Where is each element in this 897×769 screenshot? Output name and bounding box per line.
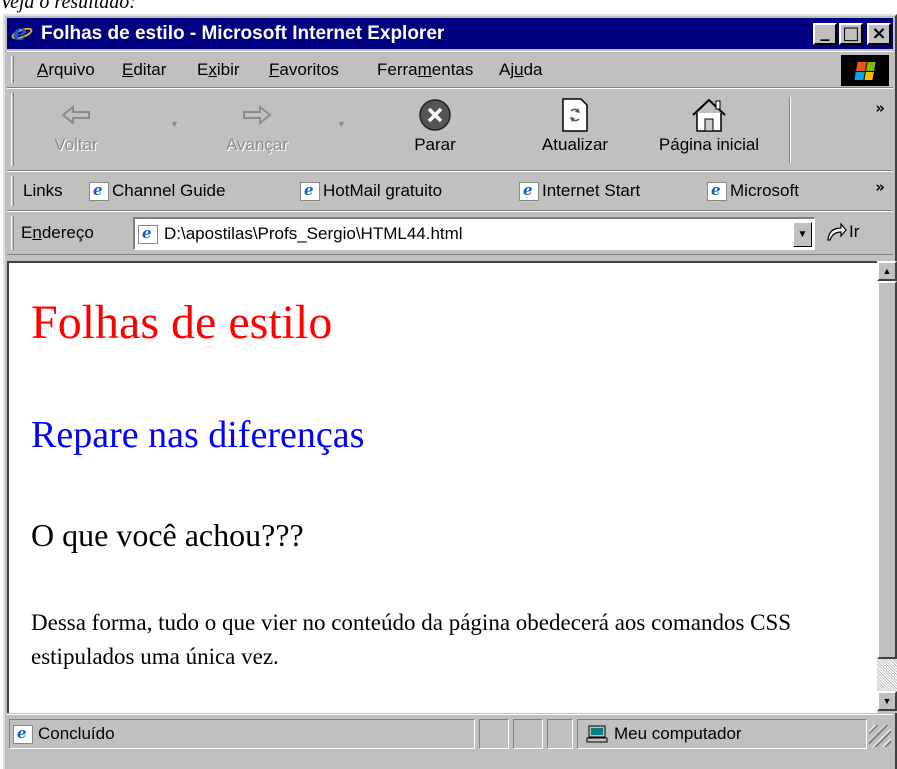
go-arrow-icon bbox=[827, 222, 847, 241]
window-title: Folhas de estilo - Microsoft Internet Ex… bbox=[41, 22, 445, 44]
toolbar-grip[interactable] bbox=[11, 216, 14, 250]
home-icon bbox=[641, 95, 777, 135]
links-label: Links bbox=[23, 181, 63, 200]
home-button[interactable]: Página inicial bbox=[641, 95, 777, 155]
forward-button[interactable]: Avançar bbox=[207, 95, 307, 155]
toolbar-separator bbox=[789, 97, 791, 163]
toolbar-grip[interactable] bbox=[11, 56, 14, 83]
internet-explorer-icon: e bbox=[10, 20, 34, 46]
menu-arquivo[interactable]: Arquivo bbox=[37, 60, 95, 80]
status-text-pane: e Concluído bbox=[9, 719, 475, 749]
toolbar-grip[interactable] bbox=[11, 176, 14, 206]
menu-favoritos[interactable]: Favoritos bbox=[269, 60, 339, 80]
page-heading-3: O que você achou??? bbox=[31, 517, 304, 553]
page-heading-2: Repare nas diferenças bbox=[31, 414, 365, 456]
maximize-button[interactable]: □ bbox=[839, 22, 863, 45]
ie-page-icon: e bbox=[138, 224, 158, 244]
link-internet-start[interactable]: e Internet Start bbox=[519, 181, 640, 201]
menu-ajuda[interactable]: Ajuda bbox=[499, 60, 543, 80]
back-label: Voltar bbox=[54, 135, 98, 154]
minimize-icon: _ bbox=[820, 20, 830, 42]
browser-window: e Folhas de estilo - Microsoft Internet … bbox=[3, 14, 897, 769]
stop-button[interactable]: Parar bbox=[395, 95, 475, 155]
status-pane-empty bbox=[547, 719, 573, 749]
forward-dropdown-icon[interactable]: ▼ bbox=[337, 119, 346, 129]
address-label: Endereço bbox=[21, 223, 94, 242]
status-pane-empty bbox=[479, 719, 509, 749]
page-heading-1: Folhas de estilo bbox=[31, 296, 333, 349]
minimize-button[interactable]: _ bbox=[813, 20, 837, 45]
close-icon: × bbox=[871, 23, 887, 44]
go-button[interactable]: Ir bbox=[825, 222, 859, 242]
status-pane-empty bbox=[513, 719, 543, 749]
forward-label: Avançar bbox=[225, 135, 289, 154]
go-label: Ir bbox=[849, 222, 860, 241]
scroll-down-button[interactable]: ▼ bbox=[877, 691, 897, 711]
ie-page-icon: e bbox=[13, 724, 33, 744]
address-dropdown-button[interactable]: ▼ bbox=[793, 221, 812, 247]
toolbar-chevron-icon[interactable]: » bbox=[875, 99, 885, 117]
ie-page-icon: e bbox=[707, 181, 727, 201]
refresh-label: Atualizar bbox=[541, 135, 609, 154]
menu-bar: Arquivo Editar Exibir Favoritos Ferramen… bbox=[7, 51, 893, 88]
windows-logo-icon bbox=[841, 55, 889, 86]
zone-label: Meu computador bbox=[614, 724, 742, 743]
standard-toolbar: Voltar ▼ Avançar ▼ Parar Atualizar Págin… bbox=[7, 88, 893, 171]
computer-icon bbox=[586, 725, 608, 743]
stop-label: Parar bbox=[414, 135, 456, 154]
ie-page-icon: e bbox=[519, 181, 539, 201]
ie-page-icon: e bbox=[300, 181, 320, 201]
menu-editar[interactable]: Editar bbox=[122, 60, 166, 80]
document-caption: Veja o resultado: bbox=[0, 0, 136, 13]
ie-page-icon: e bbox=[89, 181, 109, 201]
back-arrow-icon bbox=[31, 95, 121, 135]
back-button[interactable]: Voltar bbox=[31, 95, 121, 155]
address-field[interactable]: e D:\apostilas\Profs_Sergio\HTML44.html … bbox=[133, 217, 815, 250]
link-microsoft[interactable]: e Microsoft bbox=[707, 181, 799, 201]
link-channel-guide[interactable]: e Channel Guide bbox=[89, 181, 225, 201]
link-hotmail-gratuito[interactable]: e HotMail gratuito bbox=[300, 181, 442, 201]
forward-arrow-icon bbox=[207, 95, 307, 135]
maximize-icon: □ bbox=[842, 23, 860, 44]
title-bar: e Folhas de estilo - Microsoft Internet … bbox=[7, 18, 893, 49]
status-bar: e Concluído Meu computador bbox=[7, 714, 893, 769]
refresh-button[interactable]: Atualizar bbox=[527, 95, 623, 155]
status-text: Concluído bbox=[38, 724, 115, 743]
stop-icon bbox=[395, 95, 475, 135]
menu-ferramentas[interactable]: Ferramentas bbox=[377, 60, 473, 80]
address-value[interactable]: D:\apostilas\Profs_Sergio\HTML44.html bbox=[164, 224, 793, 244]
vertical-scrollbar[interactable]: ▲ ▼ bbox=[877, 261, 897, 713]
toolbar-grip[interactable] bbox=[11, 93, 14, 166]
close-button[interactable]: × bbox=[867, 22, 891, 45]
scroll-up-button[interactable]: ▲ bbox=[877, 261, 897, 281]
page-content: Folhas de estilo Repare nas diferenças O… bbox=[7, 261, 877, 713]
resize-grip[interactable] bbox=[869, 725, 891, 747]
home-label: Página inicial bbox=[658, 135, 760, 154]
address-bar: Endereço e D:\apostilas\Profs_Sergio\HTM… bbox=[7, 211, 893, 255]
links-bar: Links e Channel Guide e HotMail gratuito e… bbox=[7, 171, 893, 211]
menu-exibir[interactable]: Exibir bbox=[197, 60, 240, 80]
back-dropdown-icon[interactable]: ▼ bbox=[170, 119, 179, 129]
links-chevron-icon[interactable]: » bbox=[875, 178, 885, 196]
page-paragraph: Dessa forma, tudo o que vier no conteúdo… bbox=[31, 610, 792, 669]
scroll-thumb[interactable] bbox=[877, 281, 897, 659]
status-zone-pane: Meu computador bbox=[577, 719, 867, 749]
refresh-icon bbox=[527, 95, 623, 135]
